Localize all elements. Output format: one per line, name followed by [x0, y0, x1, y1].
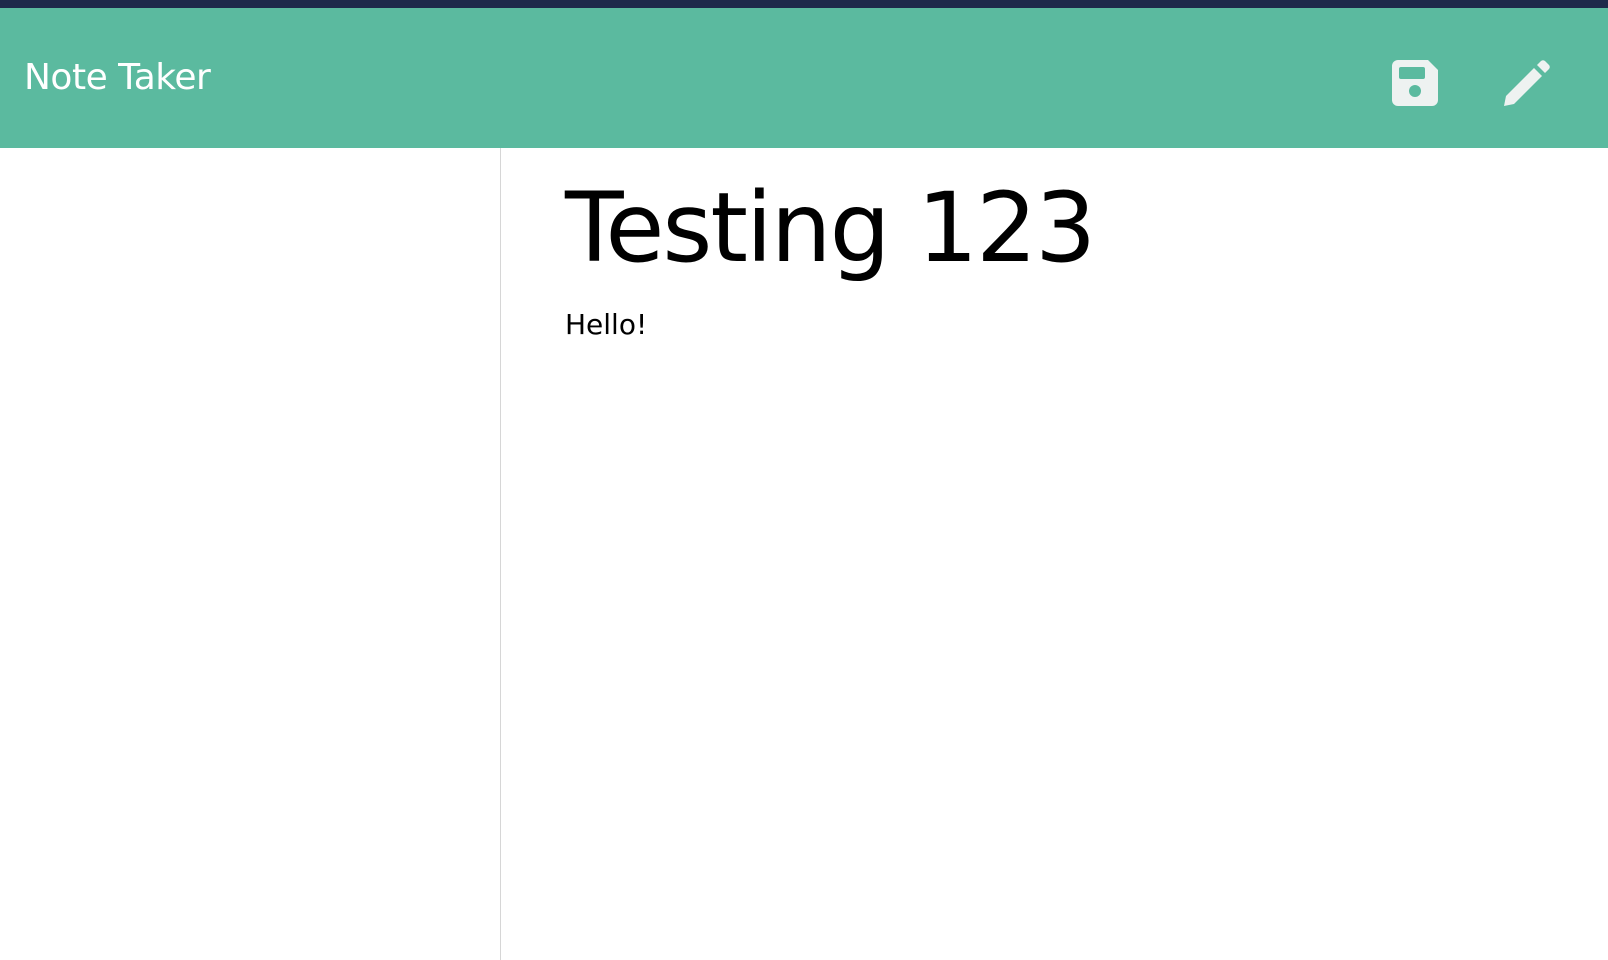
pencil-icon[interactable] — [1500, 58, 1552, 110]
brand-link[interactable]: Note Taker — [24, 56, 211, 100]
window-top-strip — [0, 0, 1608, 8]
save-icon[interactable] — [1392, 60, 1438, 106]
note-title: Testing 123 — [565, 172, 1096, 284]
notes-sidebar — [0, 148, 501, 960]
note-text: Hello! — [565, 308, 648, 341]
navbar: Note Taker — [0, 8, 1608, 148]
note-view: Testing 123 Hello! — [501, 148, 1608, 960]
